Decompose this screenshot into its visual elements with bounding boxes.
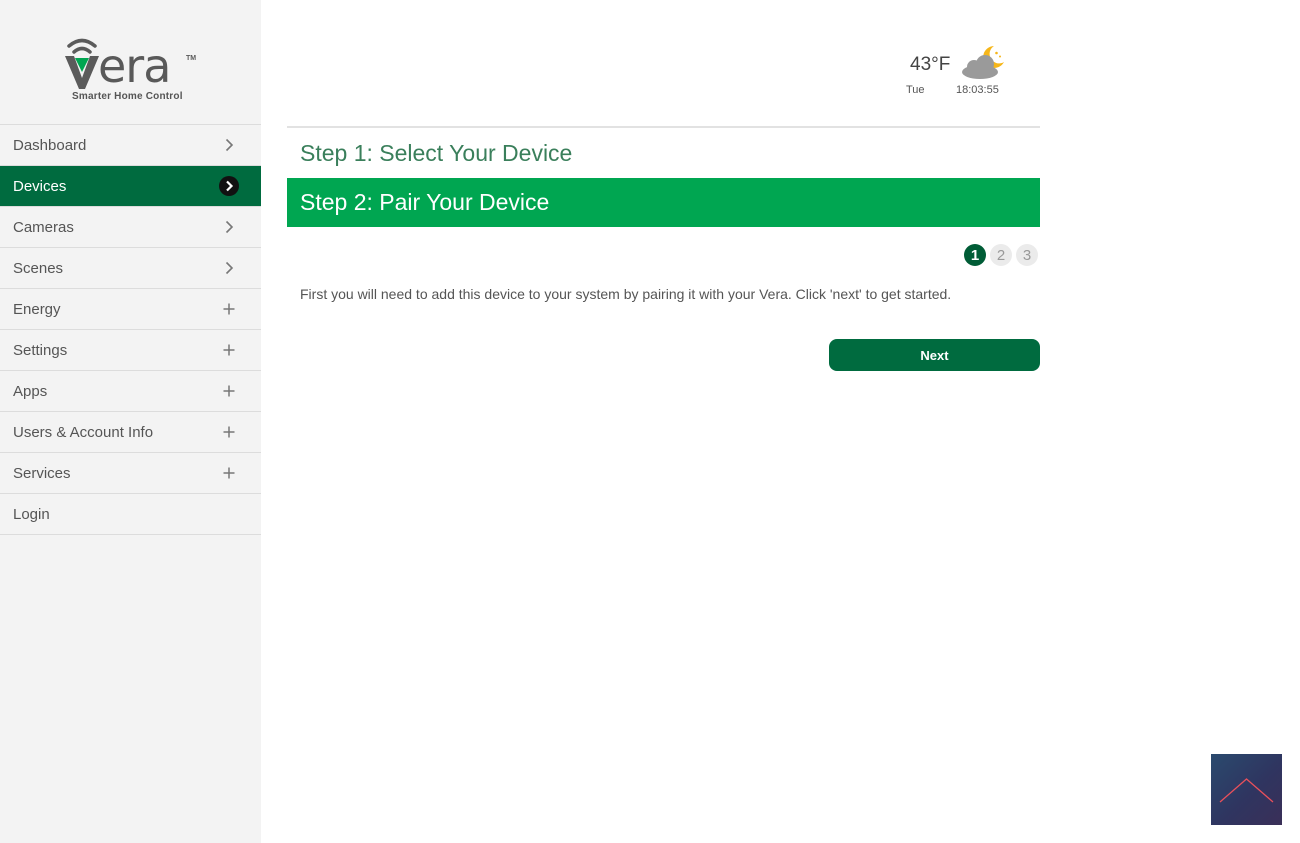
vera-v-wifi-icon <box>65 38 99 89</box>
chevron-right-icon <box>219 135 239 155</box>
sidebar-item-label: Devices <box>13 177 67 195</box>
chevron-right-icon <box>219 176 239 196</box>
progress-step-1: 1 <box>964 244 986 266</box>
sidebar-item-login[interactable]: Login <box>0 494 261 535</box>
sidebar-item-services[interactable]: Services <box>0 453 261 494</box>
brand-tagline: Smarter Home Control <box>72 91 183 102</box>
chevron-up-icon <box>1219 778 1274 803</box>
wizard-step-1-header[interactable]: Step 1: Select Your Device <box>287 128 1040 178</box>
sidebar-item-label: Services <box>13 464 71 482</box>
step-2-title: Step 2: Pair Your Device <box>300 189 550 215</box>
sidebar-item-label: Login <box>13 505 50 523</box>
sidebar-item-devices[interactable]: Devices <box>0 166 261 207</box>
chevron-right-icon <box>219 217 239 237</box>
sidebar-item-scenes[interactable]: Scenes <box>0 248 261 289</box>
plus-icon <box>219 299 239 319</box>
partly-cloudy-night-icon <box>958 44 1006 87</box>
weather-time: 18:03:55 <box>956 84 999 96</box>
scroll-to-top-button[interactable] <box>1211 754 1282 825</box>
pairing-instructions: First you will need to add this device t… <box>300 286 952 302</box>
step-progress-indicator: 1 2 3 <box>964 244 1038 266</box>
sidebar-item-label: Apps <box>13 382 48 400</box>
progress-step-2: 2 <box>990 244 1012 266</box>
weather-day: Tue <box>906 84 925 96</box>
plus-icon <box>219 381 239 401</box>
sidebar-item-label: Cameras <box>13 218 74 236</box>
sidebar-item-label: Settings <box>13 341 68 359</box>
plus-icon <box>219 340 239 360</box>
sidebar-item-apps[interactable]: Apps <box>0 371 261 412</box>
temperature: 43°F <box>910 54 951 75</box>
sidebar-item-label: Scenes <box>13 259 64 277</box>
chevron-right-icon <box>219 258 239 278</box>
sidebar-item-cameras[interactable]: Cameras <box>0 207 261 248</box>
sidebar-item-settings[interactable]: Settings <box>0 330 261 371</box>
plus-icon <box>219 463 239 483</box>
trademark-symbol: TM <box>186 55 197 62</box>
vera-logo[interactable]: era TM Smarter Home Control <box>0 0 261 125</box>
plus-icon <box>219 422 239 442</box>
vera-wordmark: era <box>98 39 171 93</box>
sidebar-item-label: Dashboard <box>13 136 87 154</box>
weather-widget: 43°F Tue 18:03:55 <box>900 44 1010 100</box>
sidebar-item-users-account-info[interactable]: Users & Account Info <box>0 412 261 453</box>
sidebar: era TM Smarter Home Control Dashboard De… <box>0 0 261 843</box>
next-button[interactable]: Next <box>829 339 1040 371</box>
sidebar-item-label: Energy <box>13 300 61 318</box>
step-1-title: Step 1: Select Your Device <box>300 139 573 166</box>
progress-step-3: 3 <box>1016 244 1038 266</box>
sidebar-item-label: Users & Account Info <box>13 423 154 441</box>
wizard-step-2-header[interactable]: Step 2: Pair Your Device <box>287 178 1040 227</box>
sidebar-item-dashboard[interactable]: Dashboard <box>0 125 261 166</box>
sidebar-item-energy[interactable]: Energy <box>0 289 261 330</box>
